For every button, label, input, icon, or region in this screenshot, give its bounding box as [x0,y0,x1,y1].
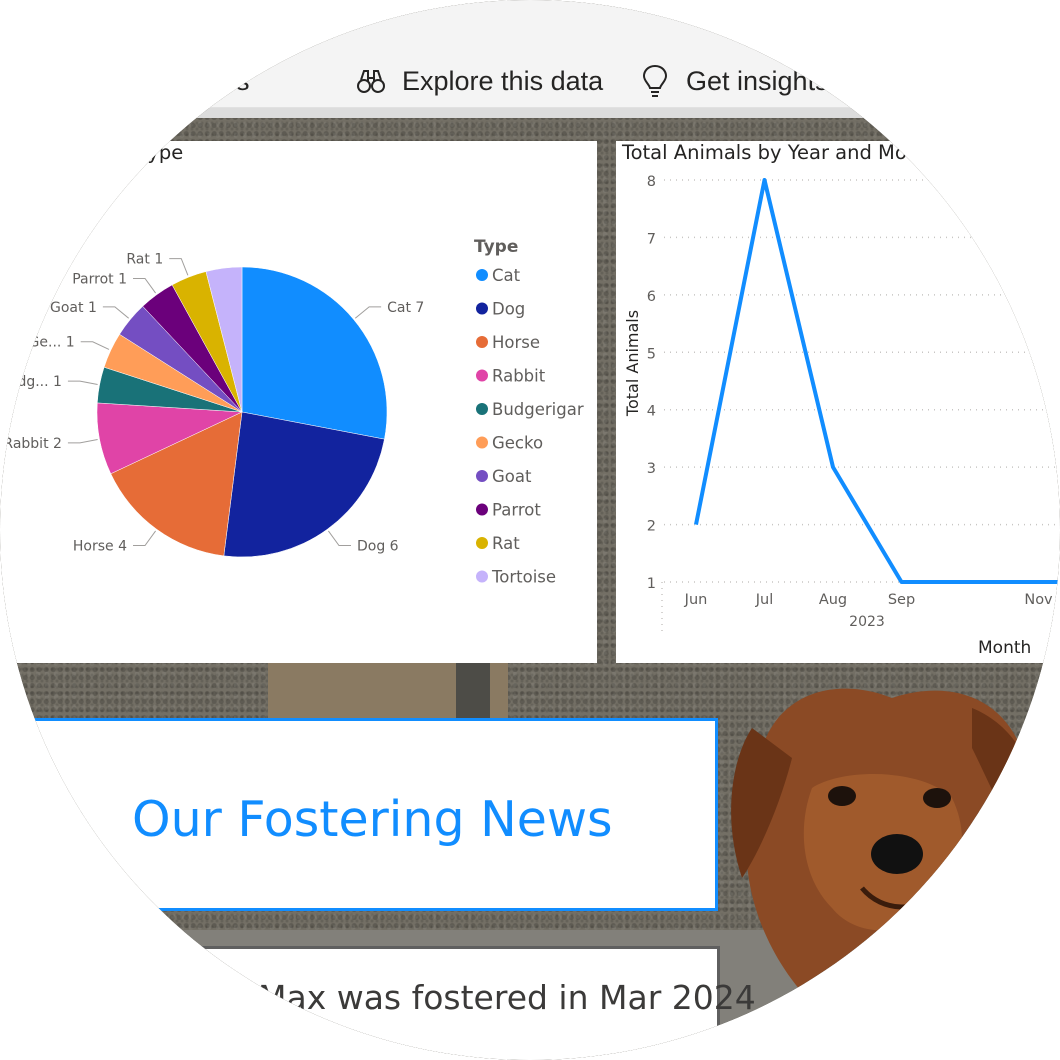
legend-item-goat[interactable]: Goat [492,467,532,486]
legend-item-rabbit[interactable]: Rabbit [492,367,546,386]
x-tick-label: Aug [819,592,847,608]
pie-data-label: Dog 6 [357,538,399,554]
x-axis-year-label: 2023 [849,614,885,630]
legend-marker-tortoise [476,570,488,583]
legend-item-budgerigar[interactable]: Budgerigar [492,400,584,419]
y-tick-label: 3 [647,461,656,477]
explore-data-button[interactable]: Explore this data [356,58,603,104]
legend-item-gecko[interactable]: Gecko [492,434,543,453]
y-tick-label: 1 [647,576,656,592]
x-tick-label: Jun [684,592,708,608]
legend-item-horse[interactable]: Horse [492,333,540,352]
y-tick-label: 5 [647,346,656,362]
news-title: Our Fostering News [132,791,613,848]
x-axis-title: Month [978,638,1031,658]
legend-marker-gecko [476,436,488,449]
y-tick-label: 8 [647,174,656,190]
report-toolbar: Teams Explore this data Get insights [0,0,1060,108]
pie-leader-line [80,341,110,350]
teams-icon [123,71,152,91]
legend-marker-budgerigar [476,403,488,415]
legend-marker-cat [476,269,488,281]
pie-chart-visual[interactable]: Number of foster by Type Cat 7Dog 6Horse… [0,141,597,663]
legend-title: Type [474,237,518,257]
y-tick-label: 7 [647,231,656,247]
legend-item-tortoise[interactable]: Tortoise [491,568,556,587]
legend-item-parrot[interactable]: Parrot [492,501,541,520]
fostered-text: Max was fostered in Mar 2024 [258,978,756,1017]
pie-data-label: Horse 4 [73,538,127,554]
background-post [456,660,490,720]
legend-item-cat[interactable]: Cat [492,266,521,285]
explore-data-label: Explore this data [402,65,604,96]
pie-leader-line [169,258,189,276]
pie-leader-line [133,530,157,546]
y-tick-label: 2 [647,519,656,535]
pie-leader-line [67,439,98,444]
pie-data-label: Budg... 1 [0,374,62,390]
legend-marker-horse [476,336,488,348]
pie-leader-line [354,306,382,319]
pie-leader-line [327,530,351,546]
pie-slice-cat[interactable] [241,266,388,440]
x-tick-label: Nov [1024,592,1053,608]
pie-leader-line [102,306,130,319]
teams-label: Teams [170,65,250,96]
x-tick-label: Sep [888,592,915,608]
pie-data-label: Goat 1 [50,300,97,316]
pie-data-label: Rat 1 [126,252,163,268]
screenshot-viewport: Teams Explore this data Get insights Num… [0,0,1060,1060]
news-title-box: Our Fostering News [0,718,718,911]
legend-marker-rabbit [476,369,488,382]
pie-data-label: Ge... 1 [29,335,75,351]
lightbulb-icon [642,64,668,97]
line-series-total-animals[interactable] [694,178,1060,584]
get-insights-button[interactable]: Get insights [640,58,829,104]
pie-data-label: Parrot 1 [72,272,127,288]
pie-leader-line [67,380,98,385]
legend-item-rat[interactable]: Rat [492,534,520,553]
y-axis-title: Total Animals [623,310,642,417]
line-chart: 12345678 JunJulAugSepNovDec Total Animal… [623,174,1060,658]
teams-button[interactable]: Teams [120,58,250,104]
line-chart-visual[interactable]: Total Animals by Year and Month 12345678… [616,141,1060,663]
legend-marker-dog [476,302,488,315]
pie-chart: Cat 7 Dog 6 Horse 4 Rabbit 2 Budg... 1 Ge... … [0,237,584,587]
x-tick-label: Jul [755,592,774,608]
legend-marker-parrot [476,503,488,516]
toolbar-divider [0,108,1060,118]
fostered-card: Max was fostered in Mar 2024 [0,946,756,1060]
dog-photo [731,688,1041,1028]
pie-data-label: Rabbit 2 [3,436,62,452]
pie-data-label: Cat 7 [387,300,424,316]
legend-item-dog[interactable]: Dog [492,300,525,319]
pie-leader-line [133,278,157,294]
legend-marker-rat [476,537,488,549]
y-tick-label: 6 [647,289,656,305]
y-tick-label: 4 [647,404,656,420]
legend-marker-goat [476,470,488,482]
binoculars-icon [357,70,385,93]
get-insights-label: Get insights [686,65,829,96]
